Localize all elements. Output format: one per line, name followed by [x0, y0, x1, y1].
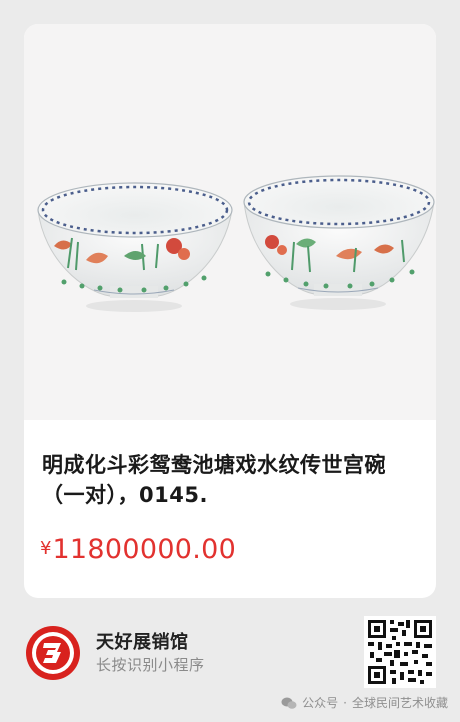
shop-name[interactable]: 天好展销馆 — [96, 628, 189, 654]
wechat-icon — [281, 696, 297, 710]
price-currency: ¥ — [40, 538, 52, 559]
left-bowl — [37, 182, 233, 312]
right-bowl — [243, 175, 435, 310]
product-image[interactable] — [24, 24, 436, 420]
price-value: 11800000.00 — [52, 534, 237, 565]
product-title[interactable]: 明成化斗彩鸳鸯池塘戏水纹传世宫碗（一对），0145. — [42, 450, 422, 510]
miniprogram-hint: 长按识别小程序 — [96, 656, 205, 674]
qr-code-icon[interactable] — [364, 616, 436, 688]
product-price: ¥11800000.00 — [40, 534, 236, 565]
watermark: 公众号 · 全球民间艺术收藏 — [281, 694, 448, 711]
bowls-illustration — [37, 175, 435, 312]
watermark-separator: · — [343, 695, 347, 710]
product-card[interactable]: 明成化斗彩鸳鸯池塘戏水纹传世宫碗（一对），0145. ¥11800000.00 — [24, 24, 436, 598]
shop-logo-icon[interactable] — [24, 624, 82, 682]
shop-footer: 天好展销馆 长按识别小程序 公众号 · 全球民间艺术收藏 — [0, 598, 460, 722]
watermark-platform: 公众号 — [302, 696, 339, 710]
watermark-account: 全球民间艺术收藏 — [351, 696, 448, 710]
